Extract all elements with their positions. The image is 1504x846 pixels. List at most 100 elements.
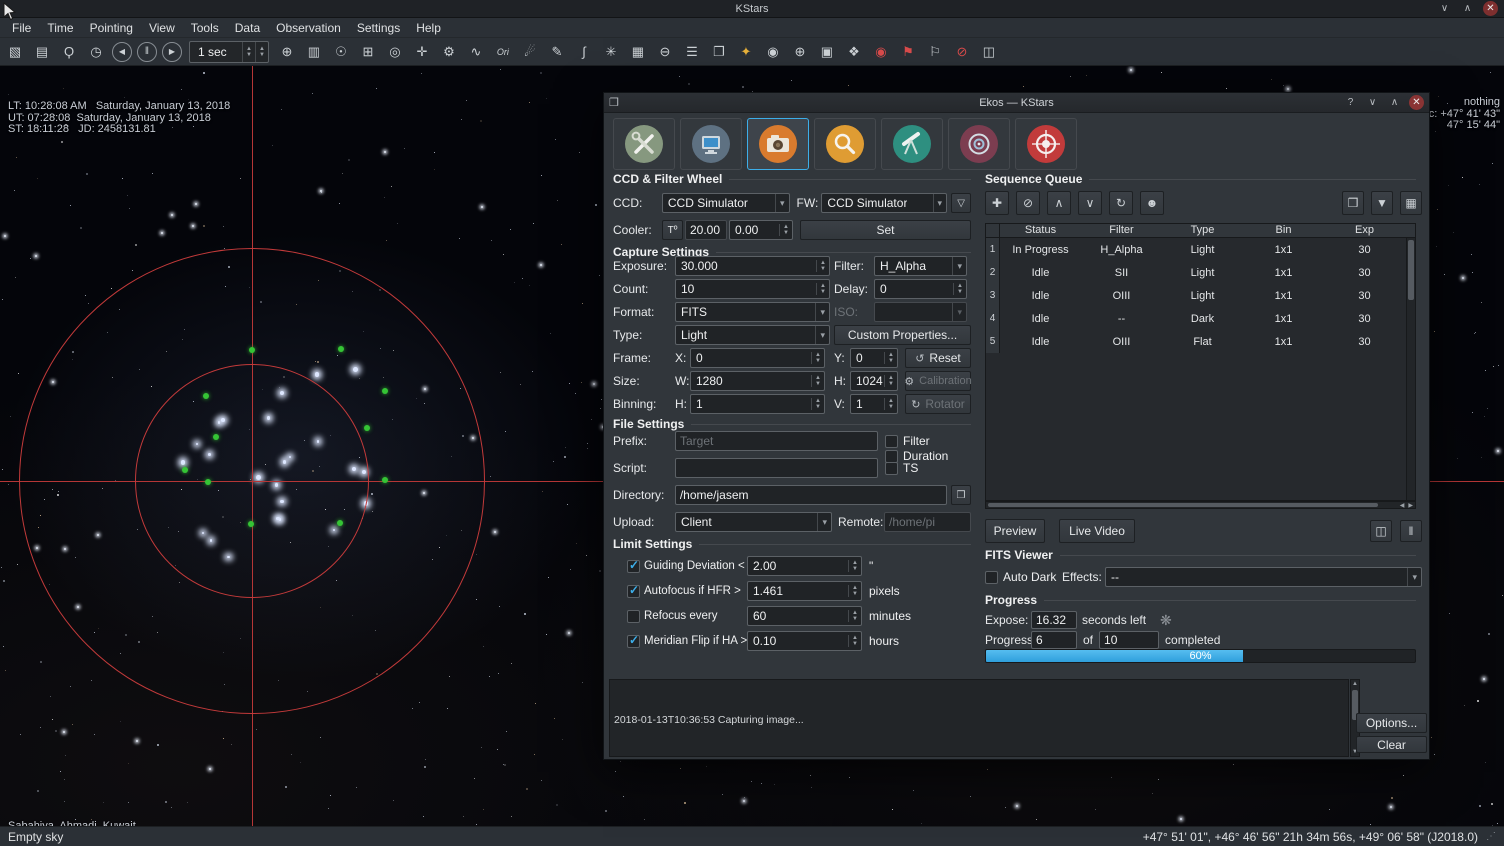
sequence-row[interactable]: 4 Idle -- Dark 1x1 30 [986,307,1415,330]
scroll-left-icon[interactable]: ◀ [1398,502,1407,509]
shade-icon[interactable]: ∨ [1365,95,1380,110]
live-video-button[interactable]: Live Video [1059,519,1135,543]
reset-queue-icon[interactable]: ↻ [1109,191,1133,215]
spin-arrows-icon[interactable] [811,398,824,410]
prefix-input[interactable] [675,431,878,451]
set-temperature-button[interactable]: Set [800,220,971,240]
column-header-exp[interactable]: Exp [1324,224,1405,237]
spin-arrows-icon[interactable] [811,375,824,387]
tab-guide[interactable] [948,118,1010,170]
draw-icon[interactable]: ✎ [546,41,568,63]
gears-icon[interactable]: ⚙ [438,41,460,63]
open-sequence-icon[interactable]: ❒ [1342,191,1364,215]
timestep-fine-arrows-icon[interactable] [255,42,268,62]
delay-spinbox[interactable]: 0 [874,279,967,299]
download-data-icon[interactable]: ▧ [4,41,26,63]
lock-icon[interactable]: ▣ [816,41,838,63]
column-header-bin[interactable]: Bin [1243,224,1324,237]
stars-toggle-icon[interactable]: ✛ [411,41,433,63]
tab-align[interactable] [1015,118,1077,170]
sky-marker-dot[interactable] [248,521,254,527]
constellation-lines-icon[interactable]: ✳ [600,41,622,63]
sequence-row[interactable]: 5 Idle OIII Flat 1x1 30 [986,330,1415,353]
timestep-spinbox[interactable]: 1 sec [189,41,269,63]
add-job-icon[interactable]: ✚ [985,191,1009,215]
tab-setup[interactable] [613,118,675,170]
milky-way-icon[interactable]: ⊖ [654,41,676,63]
tab-mount[interactable] [881,118,943,170]
column-header-filter[interactable]: Filter [1081,224,1162,237]
sky-marker-dot[interactable] [213,434,219,440]
filter-wheel-select[interactable]: CCD Simulator [821,193,947,213]
scroll-up-icon[interactable]: ▲ [1351,680,1359,688]
menubar-item[interactable]: Time [39,19,81,37]
limit-checkbox[interactable] [627,610,640,623]
sequence-table[interactable]: Status Filter Type Bin Exp 1 In Progress… [985,223,1416,501]
filter-funnel-icon[interactable]: ▽ [951,193,971,213]
menubar-item[interactable]: Settings [349,19,408,37]
tab-devices[interactable] [680,118,742,170]
filter-select[interactable]: H_Alpha [874,256,967,276]
sky-marker-dot[interactable] [364,425,370,431]
script-input[interactable] [675,458,878,478]
list-icon[interactable]: ☰ [681,41,703,63]
auto-dark-checkbox[interactable] [985,571,998,584]
filter-suffix-checkbox[interactable] [885,435,898,448]
maximize-icon[interactable]: ∧ [1460,1,1475,16]
sequence-row[interactable]: 1 In Progress H_Alpha Light 1x1 30 [986,238,1415,261]
stop-icon[interactable]: ⊘ [951,41,973,63]
ekos-log[interactable]: 2018-01-13T10:36:53 Capturing image... 2… [609,679,1349,757]
set-time-icon[interactable]: ◷ [85,41,107,63]
temperature-setpoint-spinbox[interactable]: 0.00 [729,220,793,240]
highlight-icon[interactable]: ✦ [735,41,757,63]
spin-arrows-icon[interactable] [848,635,861,647]
directory-input[interactable] [675,485,947,505]
spin-arrows-icon[interactable] [848,585,861,597]
resize-grip-icon[interactable]: ⋰ [1486,831,1496,842]
chart-icon[interactable]: ∿ [465,41,487,63]
window-titlebar[interactable]: KStars ∨ ∧ ✕ [0,0,1504,18]
limit-checkbox[interactable] [627,585,640,598]
remove-job-icon[interactable]: ⊘ [1016,191,1040,215]
limit-checkbox[interactable] [627,560,640,573]
pause-queue-icon[interactable]: ‖ [1400,520,1422,542]
effects-select[interactable]: -- [1105,567,1422,587]
scrollbar-thumb[interactable] [1408,240,1414,300]
spin-arrows-icon[interactable] [816,260,829,272]
menubar-item[interactable]: Pointing [82,19,141,37]
browse-directory-icon[interactable]: ❒ [951,485,971,505]
preview-button[interactable]: Preview [985,519,1045,543]
frame-x-spinbox[interactable]: 0 [690,348,825,368]
temperature-toggle-button[interactable]: Tº [662,220,683,240]
tab-capture[interactable] [747,118,809,170]
format-select[interactable]: FITS [675,302,830,322]
upload-mode-select[interactable]: Client [675,512,832,532]
menubar-item[interactable]: Data [227,19,268,37]
sequence-row[interactable]: 2 Idle SII Light 1x1 30 [986,261,1415,284]
open-fits-icon[interactable]: ▤ [31,41,53,63]
options-button[interactable]: Options... [1356,713,1427,733]
spin-arrows-icon[interactable] [779,224,792,236]
menubar-item[interactable]: Help [408,19,449,37]
scroll-right-icon[interactable]: ▶ [1406,502,1415,509]
flag-red-icon[interactable]: ⚑ [897,41,919,63]
sky-marker-dot[interactable] [338,346,344,352]
sky-marker-dot[interactable] [382,388,388,394]
fits-display-icon[interactable]: ◫ [1370,520,1392,542]
tab-focus[interactable] [814,118,876,170]
count-spinbox[interactable]: 10 [675,279,830,299]
frame-y-spinbox[interactable]: 0 [850,348,898,368]
whats-interesting-icon[interactable]: ◫ [978,41,1000,63]
sky-image-icon[interactable]: ▥ [303,41,325,63]
color-scheme-icon[interactable]: ❖ [843,41,865,63]
save-as-sequence-icon[interactable]: ▦ [1400,191,1422,215]
help-icon[interactable]: ? [1343,95,1358,110]
menubar-item[interactable]: Tools [183,19,227,37]
clipboard-icon[interactable]: ❐ [708,41,730,63]
spin-arrows-icon[interactable] [816,283,829,295]
spin-arrows-icon[interactable] [884,375,897,387]
limit-value-spinbox[interactable]: 0.10 [747,631,862,651]
move-job-up-icon[interactable]: ∧ [1047,191,1071,215]
size-w-spinbox[interactable]: 1280 [690,371,825,391]
ekos-titlebar[interactable]: ❐ Ekos — KStars ? ∨ ∧ ✕ [604,93,1429,113]
